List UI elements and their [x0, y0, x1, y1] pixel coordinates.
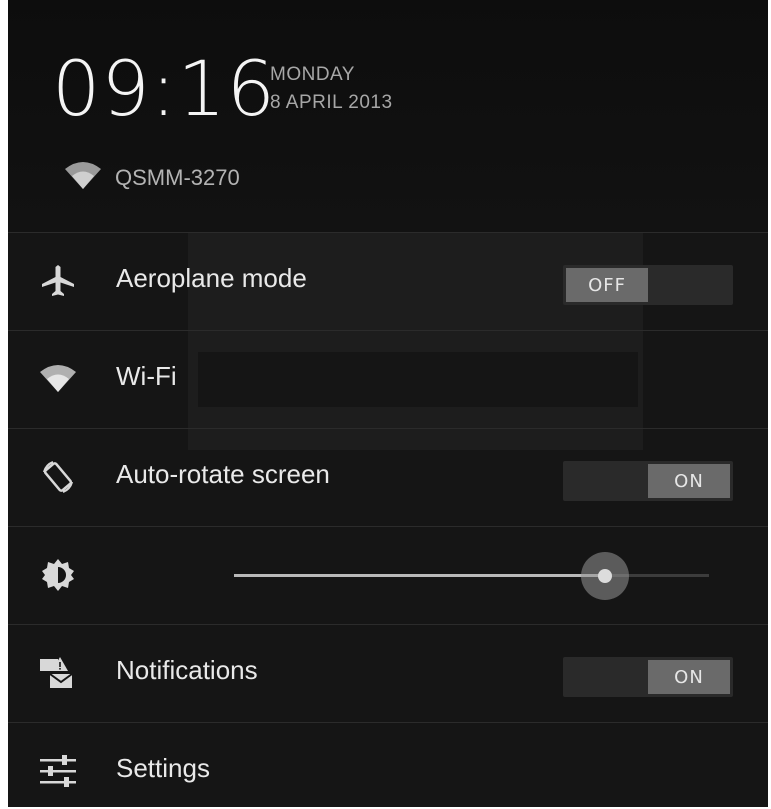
auto-rotate-label: Auto-rotate screen [116, 459, 330, 489]
wifi-row[interactable]: Wi-Fi [8, 330, 768, 428]
quick-settings-panel: 09:16 MONDAY 8 APRIL 2013 QSMM-3270 Aero… [8, 0, 768, 807]
settings-sliders-icon [38, 751, 78, 791]
notifications-label: Notifications [116, 655, 258, 685]
brightness-icon [38, 555, 78, 595]
toggle-state: ON [648, 464, 730, 498]
auto-rotate-icon [38, 457, 78, 497]
wifi-label: Wi-Fi [116, 361, 177, 391]
settings-label: Settings [116, 753, 210, 783]
airplane-icon [38, 261, 78, 301]
notifications-toggle[interactable]: ON [563, 657, 733, 697]
brightness-slider-fill [234, 574, 605, 577]
brightness-slider[interactable] [234, 552, 709, 600]
status-header: 09:16 MONDAY 8 APRIL 2013 QSMM-3270 [8, 0, 768, 232]
auto-rotate-toggle[interactable]: ON [563, 461, 733, 501]
toggle-state: ON [648, 660, 730, 694]
aeroplane-mode-toggle[interactable]: OFF [563, 265, 733, 305]
aeroplane-mode-label: Aeroplane mode [116, 263, 307, 293]
network-ssid: QSMM-3270 [115, 165, 240, 190]
brightness-slider-thumb[interactable] [581, 552, 629, 600]
clock-date[interactable]: 8 APRIL 2013 [270, 92, 393, 114]
notifications-row[interactable]: Notifications ON [8, 624, 768, 722]
wifi-icon [63, 161, 103, 195]
slider-thumb-dot [598, 569, 612, 583]
aeroplane-mode-row[interactable]: Aeroplane mode OFF [8, 232, 768, 330]
brightness-row [8, 526, 768, 624]
auto-rotate-row[interactable]: Auto-rotate screen ON [8, 428, 768, 526]
clock-day: MONDAY [270, 64, 355, 85]
settings-row[interactable]: Settings [8, 722, 768, 807]
clock-time[interactable]: 09:16 [52, 44, 276, 134]
toggle-state: OFF [566, 268, 648, 302]
wifi-icon [38, 359, 78, 399]
connected-network: QSMM-3270 [63, 160, 240, 196]
notifications-icon [38, 653, 78, 693]
